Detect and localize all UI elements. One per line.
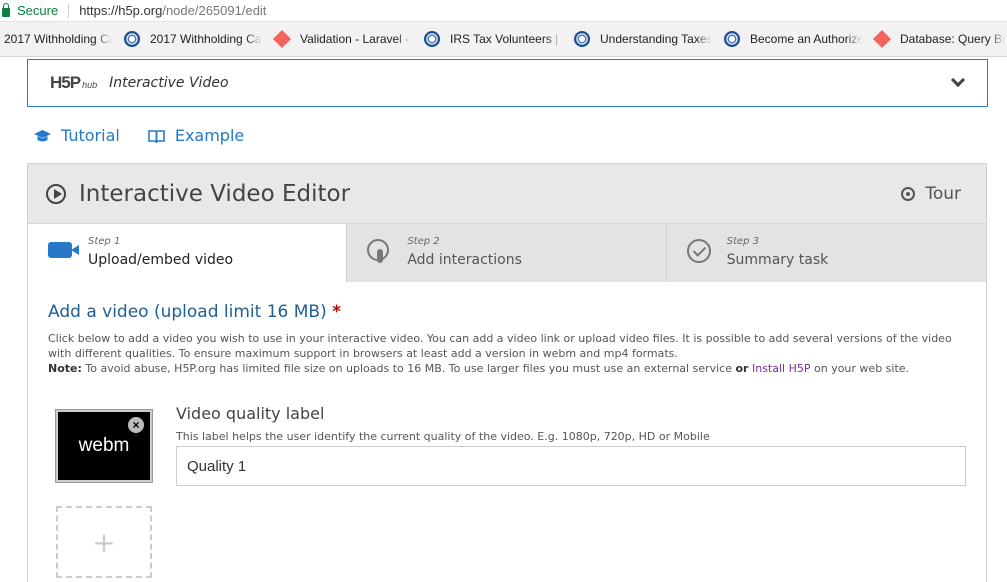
- logo-text: H5P: [50, 73, 81, 92]
- bookmark-label: Understanding Taxes: [600, 32, 712, 46]
- divider: [68, 3, 70, 18]
- bookmark-label: 2017 Withholding Ca: [4, 32, 112, 46]
- tour-label: Tour: [925, 184, 961, 204]
- step-number: Step 2: [407, 236, 440, 247]
- step-label: Add interactions: [407, 252, 522, 268]
- tab-step-1[interactable]: Step 1 Upload/embed video: [28, 224, 348, 282]
- bookmark-label: IRS Tax Volunteers | I: [450, 32, 562, 46]
- lock-icon: [2, 3, 10, 17]
- section-title: Add a video (upload limit 16 MB) *: [48, 302, 341, 322]
- chevron-down-icon[interactable]: [950, 72, 966, 88]
- compass-icon: [901, 187, 916, 201]
- video-camera-icon: [48, 242, 79, 258]
- play-circle-icon: [46, 183, 66, 204]
- bookmark-item[interactable]: Database: Query Bu: [872, 29, 1005, 49]
- file-format-label: webm: [78, 435, 130, 456]
- book-icon: [148, 129, 165, 143]
- section-description: Click below to add a video you wish to u…: [48, 331, 968, 376]
- laravel-icon: [872, 29, 892, 49]
- bookmark-item[interactable]: 2017 Withholding Ca: [4, 32, 112, 46]
- h5p-hub-logo: H5P hub: [50, 73, 97, 93]
- tutorial-link[interactable]: Tutorial: [34, 126, 120, 145]
- interactive-video-editor: Interactive Video Editor Tour Step 1 Upl…: [27, 163, 987, 582]
- h5p-hub-selector[interactable]: H5P hub Interactive Video: [27, 59, 988, 107]
- graduation-cap-icon: [34, 129, 51, 141]
- bookmark-label: Validation - Laravel -: [300, 32, 412, 46]
- install-h5p-link[interactable]: Install H5P: [752, 362, 811, 375]
- note-text-end: on your web site.: [810, 362, 910, 375]
- help-links: Tutorial Example: [34, 126, 272, 145]
- editor-title: Interactive Video Editor: [79, 180, 351, 207]
- plus-icon: +: [92, 525, 116, 559]
- step-tabs: Step 1 Upload/embed video Step 2 Add int…: [28, 224, 986, 282]
- secure-label: Secure: [17, 3, 59, 18]
- example-link[interactable]: Example: [148, 126, 244, 145]
- bookmark-label: Database: Query Bu: [900, 32, 1005, 46]
- description-text: Click below to add a video you wish to u…: [48, 332, 952, 360]
- irs-icon: [124, 31, 140, 47]
- laravel-icon: [272, 29, 292, 49]
- bookmark-item[interactable]: Validation - Laravel -: [272, 29, 412, 49]
- check-circle-icon: [686, 239, 711, 263]
- bookmark-label: 2017 Withholding Ca: [150, 32, 262, 46]
- irs-icon: [424, 31, 440, 47]
- address-bar[interactable]: Secure https://h5p.org/node/265091/edit: [0, 0, 1007, 22]
- irs-icon: [724, 31, 740, 47]
- add-video-button[interactable]: +: [56, 506, 152, 578]
- section-title-text: Add a video (upload limit 16 MB): [48, 302, 327, 322]
- irs-icon: [574, 31, 590, 47]
- tab-step-2[interactable]: Step 2 Add interactions: [347, 224, 667, 282]
- quality-label-heading: Video quality label: [176, 404, 325, 423]
- tab-step-3[interactable]: Step 3 Summary task: [666, 224, 986, 282]
- tutorial-label: Tutorial: [61, 126, 120, 145]
- step-number: Step 1: [88, 236, 121, 247]
- editor-header: Interactive Video Editor Tour: [28, 164, 986, 224]
- url-host[interactable]: https://h5p.org: [79, 3, 162, 18]
- logo-sub-text: hub: [82, 80, 98, 90]
- bookmark-item[interactable]: 2017 Withholding Ca: [124, 31, 262, 47]
- bookmark-label: Become an Authorize: [750, 32, 862, 46]
- pointer-hand-icon: [367, 239, 390, 263]
- bookmark-item[interactable]: Become an Authorize: [724, 31, 862, 47]
- bookmark-item[interactable]: IRS Tax Volunteers | I: [424, 31, 562, 47]
- content-type-title: Interactive Video: [109, 75, 229, 91]
- video-file-thumbnail[interactable]: webm ×: [55, 409, 153, 483]
- step-number: Step 3: [726, 236, 759, 247]
- bookmark-item[interactable]: Understanding Taxes: [574, 31, 712, 47]
- page-content: H5P hub Interactive Video Tutorial Exampl…: [0, 58, 1007, 582]
- note-text: To avoid abuse, H5P.org has limited file…: [81, 362, 736, 375]
- step-label: Summary task: [726, 252, 829, 268]
- note-label: Note:: [48, 362, 82, 375]
- url-path[interactable]: /node/265091/edit: [162, 3, 266, 18]
- tour-button[interactable]: Tour: [901, 184, 961, 204]
- example-label: Example: [174, 126, 245, 145]
- remove-file-icon[interactable]: ×: [128, 417, 144, 433]
- bookmarks-bar: 2017 Withholding Ca 2017 Withholding Ca …: [0, 22, 1007, 57]
- required-marker: *: [332, 302, 342, 322]
- or-text: or: [735, 362, 749, 375]
- quality-label-description: This label helps the user identify the c…: [176, 430, 710, 443]
- step-label: Upload/embed video: [88, 252, 234, 268]
- quality-label-input[interactable]: [176, 446, 966, 486]
